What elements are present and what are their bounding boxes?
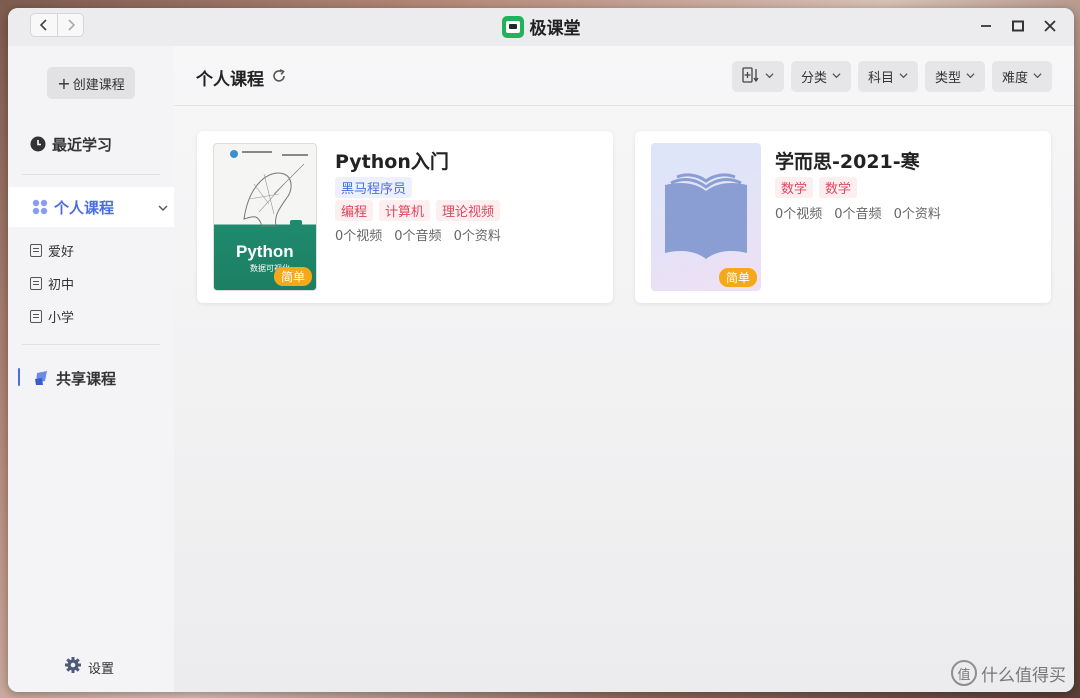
settings-button[interactable]: 设置: [64, 656, 114, 678]
course-cover-image: Python 数据可视化 简单: [213, 143, 317, 291]
chevron-right-icon: [67, 19, 75, 31]
course-tag: 编程: [335, 200, 374, 221]
audio-count: 0个音频: [834, 207, 882, 222]
filter-type-dropdown[interactable]: 类型: [924, 61, 985, 92]
shared-folder-icon: [34, 370, 50, 386]
main-panel: 个人课程 分类 科目 类型 难度 Python 数据可视化 简单 Python入…: [174, 46, 1074, 692]
back-button[interactable]: [31, 14, 57, 36]
sort-icon: [742, 66, 760, 87]
filter-category-dropdown[interactable]: 分类: [790, 61, 851, 92]
course-stats: 0个视频 0个音频 0个资料: [775, 203, 941, 222]
audio-count: 0个音频: [394, 229, 442, 244]
sidebar-divider: [22, 344, 160, 345]
sidebar-item-personal[interactable]: 个人课程: [8, 187, 174, 227]
chevron-down-icon[interactable]: [158, 199, 168, 217]
app-window: 极课堂 + 创建课程 最近学习 个人课程 爱好 初中 小学 共享课程 设置 个人…: [8, 8, 1074, 692]
forward-button[interactable]: [57, 14, 83, 36]
app-logo-icon: [501, 15, 524, 38]
chevron-down-icon: [966, 69, 975, 84]
sidebar-subitem-primary-school[interactable]: 小学: [30, 304, 74, 328]
course-card[interactable]: 简单 学而思-2021-寒 数学 数学 0个视频 0个音频 0个资料: [635, 131, 1051, 303]
sidebar-subitem-label: 小学: [48, 310, 75, 326]
grid-icon: [32, 199, 48, 215]
main-header: 个人课程 分类 科目 类型 难度: [174, 46, 1074, 106]
chevron-down-icon: [1033, 69, 1042, 84]
video-count: 0个视频: [775, 207, 823, 222]
course-card[interactable]: Python 数据可视化 简单 Python入门 黑马程序员 编程 计算机 理论…: [197, 131, 613, 303]
tag-row: 编程 计算机 理论视频: [335, 200, 501, 221]
document-icon: [30, 243, 42, 257]
course-tag: 计算机: [379, 200, 431, 221]
document-icon: [30, 309, 42, 323]
filter-label: 类型: [934, 71, 961, 86]
course-cover-image: 简单: [651, 143, 761, 291]
page-title-text: 个人课程: [196, 70, 264, 90]
watermark: 值 什么值得买: [951, 660, 1066, 686]
settings-label: 设置: [88, 661, 115, 677]
material-count: 0个资料: [893, 207, 941, 222]
sidebar-subitem-hobby[interactable]: 爱好: [30, 238, 74, 262]
video-count: 0个视频: [335, 229, 383, 244]
sidebar-item-label: 最近学习: [52, 135, 113, 154]
material-count: 0个资料: [453, 229, 501, 244]
chevron-left-icon: [39, 19, 47, 31]
title-bar: 极课堂: [8, 8, 1074, 46]
filter-toolbar: 分类 科目 类型 难度: [731, 61, 1052, 92]
watermark-logo: 值: [951, 660, 977, 686]
clock-icon: [30, 136, 46, 152]
course-title: 学而思-2021-寒: [775, 151, 920, 173]
filter-label: 科目: [867, 71, 894, 86]
close-button[interactable]: [1040, 16, 1060, 36]
cover-title: Python: [236, 242, 294, 261]
sort-button[interactable]: [731, 61, 784, 92]
create-course-label: 创建课程: [72, 77, 125, 93]
filter-subject-dropdown[interactable]: 科目: [857, 61, 918, 92]
minimize-button[interactable]: [976, 16, 996, 36]
chevron-down-icon: [899, 69, 908, 84]
maximize-button[interactable]: [1008, 16, 1028, 36]
watermark-text: 什么值得买: [981, 665, 1066, 686]
difficulty-badge: 简单: [718, 268, 757, 287]
difficulty-badge: 简单: [273, 267, 312, 286]
create-course-button[interactable]: + 创建课程: [47, 67, 135, 99]
chevron-down-icon: [832, 69, 841, 84]
sidebar-item-recent[interactable]: 最近学习: [8, 130, 174, 158]
page-title: 个人课程: [196, 65, 286, 90]
refresh-icon[interactable]: [272, 68, 286, 88]
course-tag: 理论视频: [436, 200, 501, 221]
sidebar-item-label: 共享课程: [56, 369, 117, 388]
filter-label: 难度: [1001, 71, 1028, 86]
filter-difficulty-dropdown[interactable]: 难度: [991, 61, 1052, 92]
sidebar-item-shared[interactable]: 共享课程: [8, 364, 174, 392]
source-tag: 黑马程序员: [335, 177, 413, 198]
window-controls: [976, 16, 1060, 36]
document-icon: [30, 276, 42, 290]
sidebar-subitem-label: 爱好: [48, 244, 75, 260]
minimize-icon: [981, 25, 991, 27]
sidebar: + 创建课程 最近学习 个人课程 爱好 初中 小学 共享课程 设置: [8, 46, 174, 692]
course-tag: 数学: [775, 177, 814, 198]
sidebar-divider: [22, 174, 160, 175]
app-title-text: 极课堂: [529, 19, 581, 39]
close-icon: [1044, 20, 1056, 32]
tag-row: 黑马程序员: [335, 177, 413, 198]
maximize-icon: [1012, 20, 1024, 32]
course-tag: 数学: [819, 177, 858, 198]
plus-icon: +: [57, 73, 71, 93]
course-stats: 0个视频 0个音频 0个资料: [335, 225, 501, 244]
tag-row: 数学 数学: [775, 177, 858, 198]
app-title: 极课堂: [471, 14, 611, 39]
sidebar-item-label: 个人课程: [54, 198, 115, 217]
chevron-down-icon: [765, 69, 774, 84]
nav-buttons: [30, 13, 84, 37]
filter-label: 分类: [800, 71, 827, 86]
sidebar-subitem-middle-school[interactable]: 初中: [30, 271, 74, 295]
gear-icon: [64, 656, 82, 678]
sidebar-subitem-label: 初中: [48, 277, 75, 293]
course-title: Python入门: [335, 151, 449, 173]
